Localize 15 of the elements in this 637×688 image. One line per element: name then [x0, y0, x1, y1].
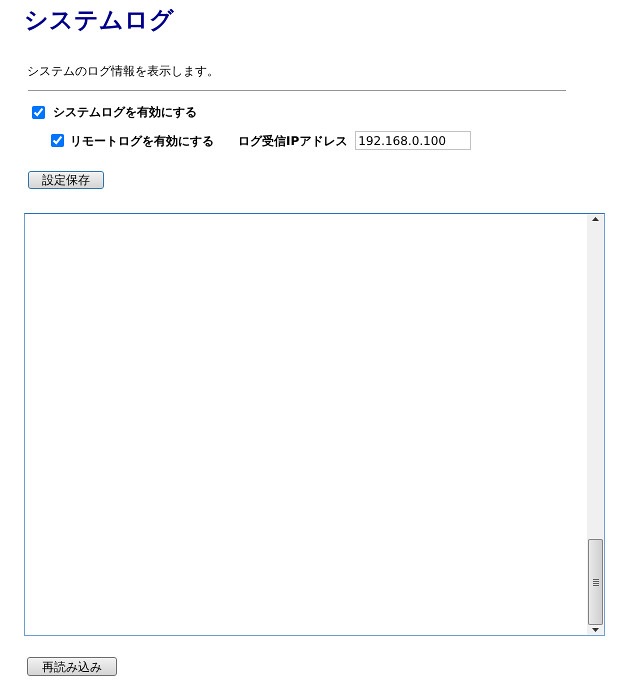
- remote-log-label: リモートログを有効にする: [70, 132, 214, 150]
- scroll-up-icon[interactable]: [592, 217, 599, 221]
- save-button[interactable]: 設定保存: [28, 171, 104, 189]
- description-text: システムのログ情報を表示します。: [27, 64, 219, 78]
- page-title: システムログ: [24, 5, 174, 36]
- grip-icon: [592, 578, 598, 586]
- ip-address-field[interactable]: 192.168.0.100: [355, 131, 472, 150]
- syslog-label: システムログを有効にする: [53, 104, 197, 121]
- scrollbar[interactable]: [587, 214, 604, 635]
- scroll-thumb[interactable]: [588, 539, 603, 625]
- ip-address-label: ログ受信IPアドレス: [238, 132, 348, 150]
- syslog-checkbox[interactable]: [32, 106, 45, 118]
- remote-log-checkbox[interactable]: [51, 134, 64, 147]
- reload-button[interactable]: 再読み込み: [27, 657, 117, 676]
- scroll-down-icon[interactable]: [592, 628, 599, 632]
